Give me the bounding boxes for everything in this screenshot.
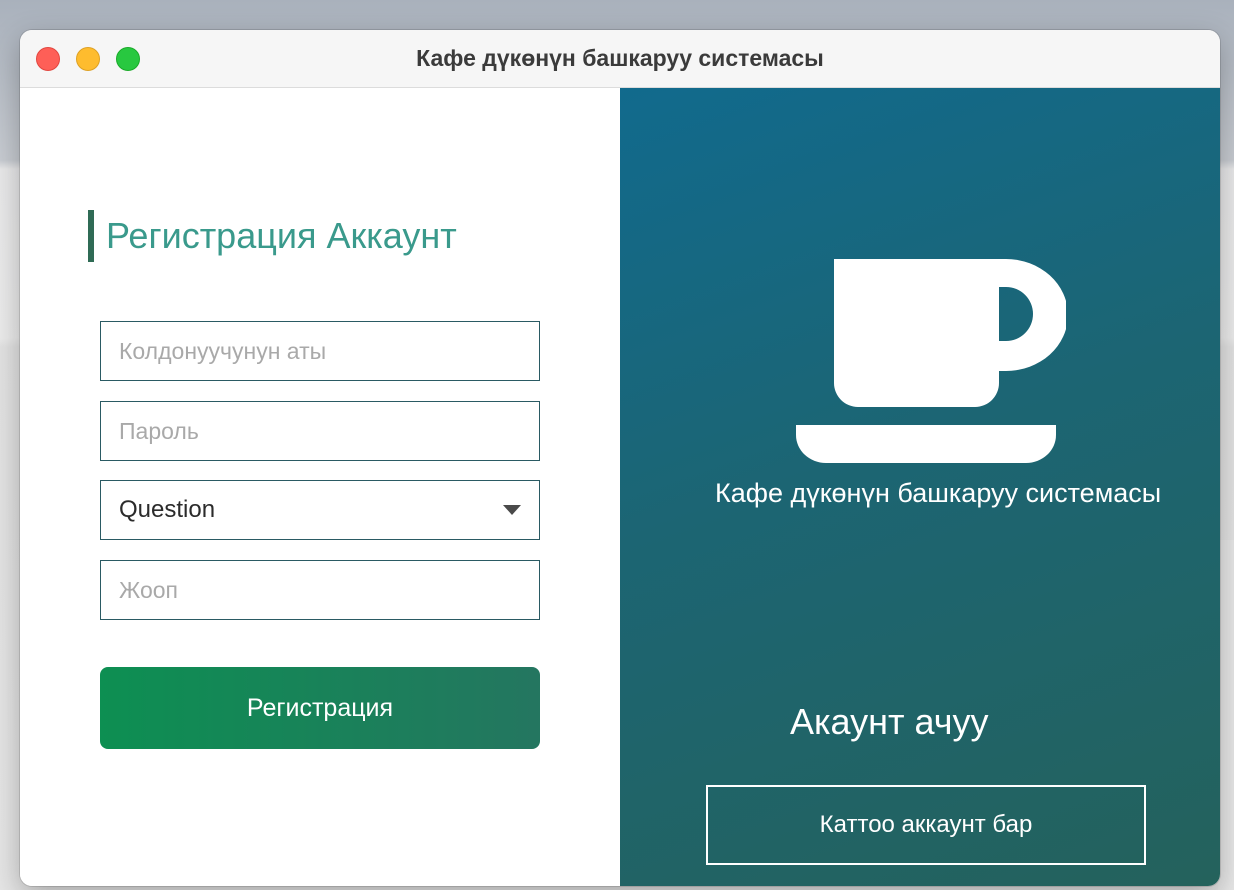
have-account-button[interactable]: Каттоо аккаунт бар (706, 785, 1146, 865)
security-question-value: Question (119, 496, 216, 523)
window-title: Кафе дүкөнүн башкаруу системасы (416, 45, 824, 71)
chevron-down-icon (503, 505, 521, 515)
desktop-background-strip (1218, 540, 1234, 890)
info-panel: Кафе дүкөнүн башкаруу системасы Акаунт а… (620, 88, 1220, 886)
app-caption: Кафе дүкөнүн башкаруу системасы (715, 478, 1162, 508)
app-window: Кафе дүкөнүн башкаруу системасы Регистра… (20, 30, 1220, 886)
register-panel: Регистрация Аккаунт Question Регистрация (20, 88, 620, 886)
security-question-select[interactable]: Question (100, 480, 540, 540)
title-bar[interactable]: Кафе дүкөнүн башкаруу системасы (20, 30, 1220, 88)
open-account-label: Акаунт ачуу (790, 701, 989, 742)
password-input[interactable] (100, 401, 540, 461)
heading-accent-bar (88, 210, 94, 262)
answer-input[interactable] (100, 560, 540, 620)
username-input[interactable] (100, 321, 540, 381)
register-button[interactable]: Регистрация (100, 667, 540, 749)
register-heading: Регистрация Аккаунт (106, 215, 457, 256)
coffee-cup-icon (796, 259, 1066, 463)
